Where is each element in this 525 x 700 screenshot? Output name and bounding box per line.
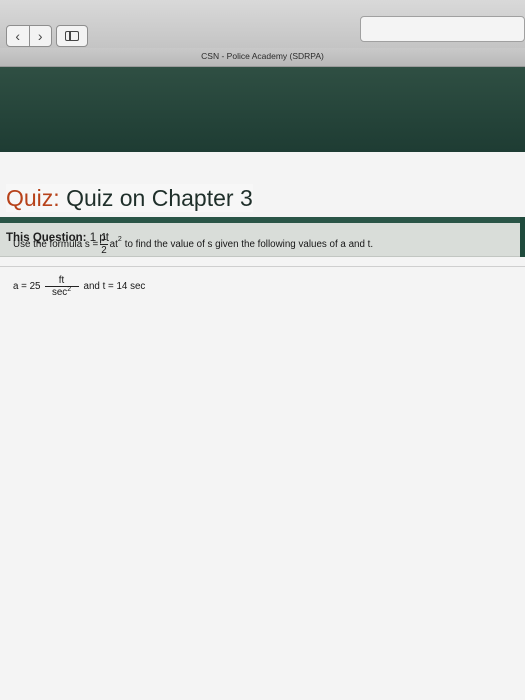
address-bar[interactable] bbox=[360, 16, 525, 42]
unit-fraction: ft sec2 bbox=[44, 274, 79, 299]
formula-fraction: 1 2 bbox=[100, 232, 108, 256]
sidebar-button[interactable] bbox=[56, 25, 88, 47]
prompt-intro: Use the formula s = bbox=[13, 238, 99, 250]
t-value: and t = 14 sec bbox=[83, 281, 146, 293]
question-body: Use the formula s = 1 2 at 2 to find the … bbox=[13, 233, 373, 298]
formula-at: at bbox=[109, 238, 118, 250]
unit-denominator: sec2 bbox=[51, 286, 72, 299]
browser-toolbar: ‹ › bbox=[0, 0, 525, 49]
nav-button-group: ‹ › bbox=[6, 25, 52, 47]
tab-title[interactable]: CSN - Police Academy (SDRPA) bbox=[0, 51, 525, 61]
fraction-denominator: 2 bbox=[101, 244, 107, 256]
given-values: a = 25 ft sec2 and t = 14 sec bbox=[13, 274, 373, 299]
back-icon[interactable]: ‹ bbox=[7, 26, 29, 46]
page-title: Quiz: Quiz on Chapter 3 bbox=[6, 184, 253, 212]
unit-denominator-text: sec bbox=[51, 287, 68, 299]
unit-numerator: ft bbox=[58, 274, 65, 286]
quiz-label: Quiz: bbox=[6, 185, 60, 211]
unit-exponent: 2 bbox=[67, 286, 72, 294]
formula-exponent: 2 bbox=[117, 235, 122, 243]
header-band bbox=[0, 67, 525, 152]
question-bar-accent bbox=[520, 217, 525, 257]
tab-bar: CSN - Police Academy (SDRPA) bbox=[0, 48, 525, 67]
forward-icon[interactable]: › bbox=[28, 26, 52, 46]
quiz-name: Quiz on Chapter 3 bbox=[66, 185, 253, 211]
fraction-numerator: 1 bbox=[101, 232, 107, 243]
sidebar-icon bbox=[65, 31, 79, 41]
prompt-tail: to find the value of s given the followi… bbox=[124, 238, 374, 250]
page-content: Quiz: Quiz on Chapter 3 This Question: 1… bbox=[0, 67, 525, 700]
question-prompt: Use the formula s = 1 2 at 2 to find the … bbox=[13, 233, 373, 256]
a-value: a = 25 bbox=[13, 281, 41, 293]
